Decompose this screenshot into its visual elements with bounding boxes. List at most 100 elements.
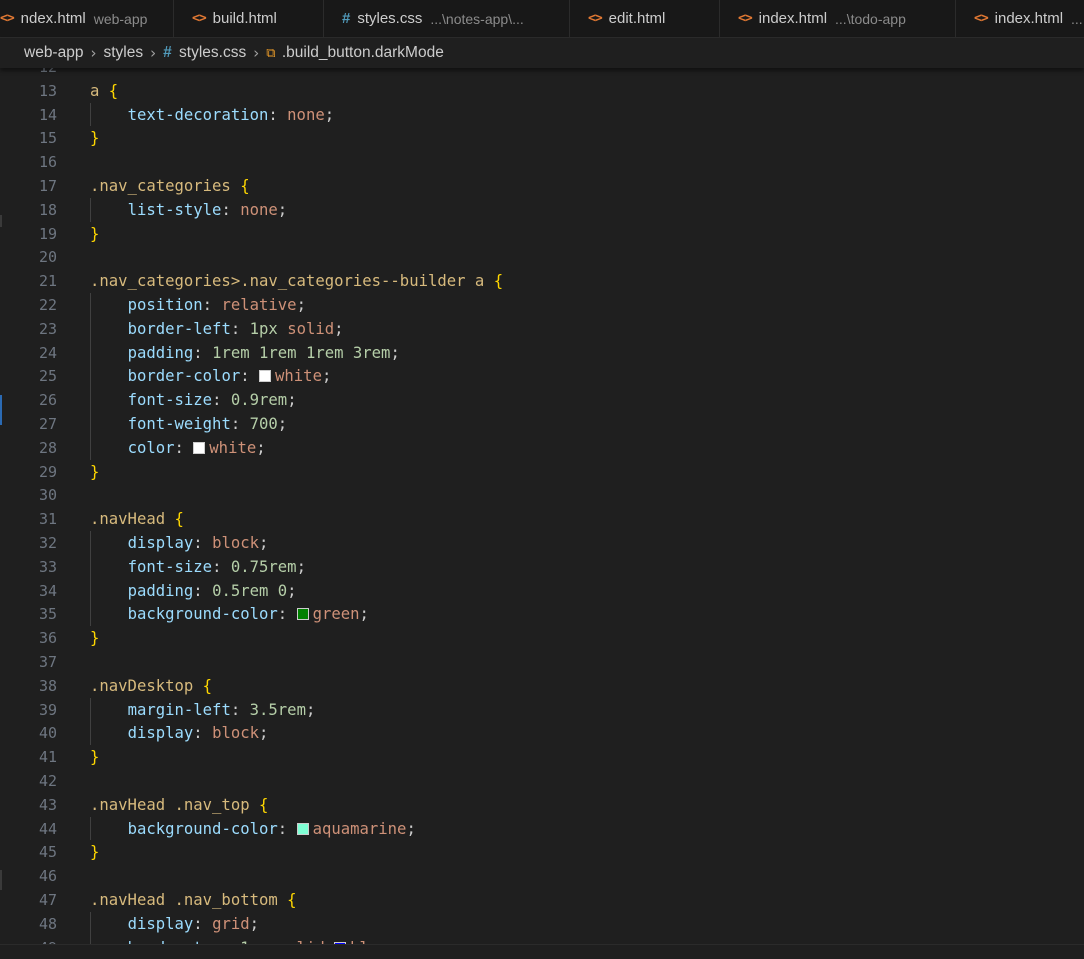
- code-line[interactable]: 43 .navHead .nav_top {: [0, 793, 1084, 817]
- tab-description: web-app: [93, 10, 148, 27]
- tab-3[interactable]: # styles.css ...\notes-app\...: [324, 0, 570, 37]
- code-line[interactable]: 40 display: block;: [0, 721, 1084, 745]
- code-line[interactable]: 41}: [0, 745, 1084, 769]
- tab-1[interactable]: <> ndex.html web-app: [0, 0, 174, 37]
- code-line[interactable]: 19}: [0, 222, 1084, 246]
- html-file-icon: <>: [738, 11, 753, 26]
- token-punc: ;: [249, 914, 260, 933]
- code-line[interactable]: 49 border-top: 1px solid blue;: [0, 936, 1084, 944]
- code-line[interactable]: 31 .navHead {: [0, 507, 1084, 531]
- line-number: 24: [38, 343, 57, 362]
- code-line[interactable]: 12: [0, 68, 1084, 79]
- line-number: 46: [38, 867, 57, 886]
- code-line[interactable]: 14 text-decoration: none;: [0, 103, 1084, 127]
- token-punc: ;: [359, 605, 369, 624]
- breadcrumb-folder[interactable]: web-app: [24, 44, 83, 62]
- code-line[interactable]: 21 .nav_categories>.nav_categories--build…: [0, 269, 1084, 293]
- breadcrumb-subfolder[interactable]: styles: [103, 44, 143, 62]
- code-line[interactable]: 25 border-color: white;: [0, 364, 1084, 388]
- line-number: 19: [38, 224, 57, 243]
- tab-5[interactable]: <> index.html ...\todo-app: [720, 0, 956, 37]
- code-line[interactable]: 17 .nav_categories {: [0, 174, 1084, 198]
- breadcrumb-file-label: styles.css: [179, 44, 247, 61]
- token-val: white: [275, 367, 322, 386]
- breadcrumb-file[interactable]: # styles.css: [163, 44, 246, 62]
- code-line[interactable]: 30: [0, 483, 1084, 507]
- tab-label: index.html: [994, 10, 1064, 27]
- code-line[interactable]: 24 padding: 1rem 1rem 1rem 3rem;: [0, 341, 1084, 365]
- token-punc: :: [202, 296, 222, 314]
- indent-guide: [90, 293, 91, 460]
- token-punc: ;: [287, 581, 297, 600]
- html-file-icon: <>: [974, 11, 989, 26]
- code-line[interactable]: 47 .navHead .nav_bottom {: [0, 888, 1084, 912]
- color-swatch[interactable]: [296, 822, 309, 835]
- color-swatch[interactable]: [193, 441, 206, 454]
- token-brace: {: [493, 272, 504, 291]
- token-num: 1rem 1rem 1rem 3rem: [212, 343, 391, 362]
- code-line[interactable]: 48 display: grid;: [0, 912, 1084, 936]
- token-prop: padding: [127, 581, 194, 600]
- token-punc: :: [277, 819, 297, 838]
- chevron-right-icon: ›: [90, 44, 97, 62]
- token-punc: :: [193, 534, 213, 552]
- code-text: text-decoration: none;: [90, 103, 335, 127]
- token-punc: :: [193, 724, 213, 743]
- code-line[interactable]: 27 font-weight: 700;: [0, 412, 1084, 436]
- code-line[interactable]: 36}: [0, 626, 1084, 650]
- tab-6[interactable]: <> index.html...: [956, 0, 1084, 37]
- code-editor[interactable]: 12 13 a {14 text-decoration: none;15} 16 17.…: [0, 68, 1084, 944]
- token-brace: {: [240, 177, 250, 195]
- line-number: 40: [38, 724, 57, 743]
- code-line[interactable]: 26 font-size: 0.9rem;: [0, 388, 1084, 412]
- color-swatch[interactable]: [296, 608, 309, 621]
- code-line[interactable]: 18 list-style: none;: [0, 198, 1084, 222]
- line-number: 33: [38, 557, 57, 576]
- code-line[interactable]: 39 margin-left: 3.5rem;: [0, 698, 1084, 722]
- code-line[interactable]: 28 color: white;: [0, 436, 1084, 460]
- token-punc: ;: [277, 415, 288, 433]
- color-swatch[interactable]: [259, 370, 272, 383]
- code-line[interactable]: 33 font-size: 0.75rem;: [0, 555, 1084, 579]
- code-line[interactable]: 23 border-left: 1px solid;: [0, 317, 1084, 341]
- line-number: 13: [38, 81, 57, 100]
- line-number: 35: [38, 605, 57, 624]
- tab-2[interactable]: <> build.html: [174, 0, 324, 37]
- breadcrumb-symbol[interactable]: ⧉ .build_button.darkMode: [266, 44, 444, 62]
- code-line[interactable]: 15}: [0, 126, 1084, 150]
- code-line[interactable]: 22 position: relative;: [0, 293, 1084, 317]
- token-punc: :: [221, 200, 241, 219]
- code-line[interactable]: 45}: [0, 840, 1084, 864]
- code-line[interactable]: 29}: [0, 460, 1084, 484]
- code-line[interactable]: 16: [0, 150, 1084, 174]
- code-line[interactable]: 32 display: block;: [0, 531, 1084, 555]
- code-line[interactable]: 46: [0, 864, 1084, 888]
- code-line[interactable]: 42: [0, 769, 1084, 793]
- code-line[interactable]: 44 background-color: aquamarine;: [0, 817, 1084, 841]
- line-number: 16: [38, 153, 57, 172]
- code-line[interactable]: 20: [0, 245, 1084, 269]
- code-line[interactable]: 38 .navDesktop {: [0, 674, 1084, 698]
- html-file-icon: <>: [588, 11, 603, 26]
- token-punc: :: [230, 700, 250, 719]
- token-brace: }: [90, 224, 100, 243]
- line-number: 17: [38, 177, 57, 195]
- code-text: a {: [90, 79, 118, 103]
- code-text: padding: 0.5rem 0;: [90, 579, 297, 603]
- code-line[interactable]: 35 background-color: green;: [0, 602, 1084, 626]
- chevron-right-icon: ›: [150, 44, 157, 62]
- code-text: position: relative;: [90, 293, 306, 317]
- code-line[interactable]: 34 padding: 0.5rem 0;: [0, 579, 1084, 603]
- token-punc: ;: [324, 105, 335, 124]
- code-line[interactable]: 37: [0, 650, 1084, 674]
- code-text: }: [90, 626, 99, 650]
- token-prop: text-decoration: [127, 105, 269, 124]
- code-line[interactable]: 13 a {: [0, 79, 1084, 103]
- code-text: .nav_categories>.nav_categories--builder…: [90, 269, 503, 293]
- token-brace: {: [287, 891, 297, 909]
- horizontal-scrollbar[interactable]: [0, 944, 1084, 959]
- tab-4[interactable]: <> edit.html: [570, 0, 720, 37]
